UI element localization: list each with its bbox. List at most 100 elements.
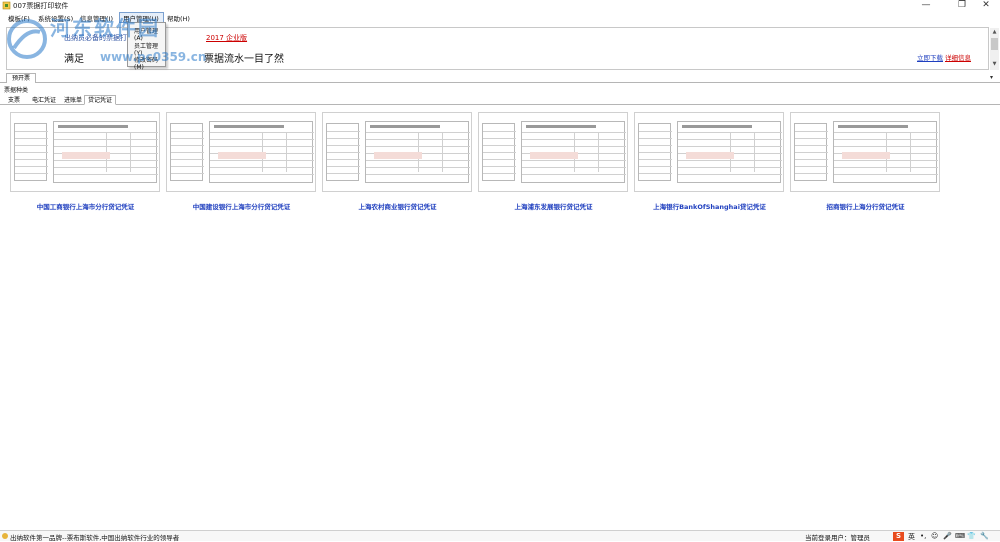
- voucher-header-bar: [214, 125, 284, 128]
- voucher-line: [639, 159, 672, 160]
- voucher-label[interactable]: 中国工商银行上海市分行贷记凭证: [8, 201, 163, 211]
- voucher-amount-field: [62, 152, 110, 159]
- voucher-card[interactable]: 上海银行BankOfShanghai贷记凭证: [632, 112, 787, 212]
- voucher-line: [171, 173, 204, 174]
- voucher-line: [639, 152, 672, 153]
- voucher-amount-field: [218, 152, 266, 159]
- voucher-card[interactable]: 中国工商银行上海市分行贷记凭证: [8, 112, 163, 212]
- voucher-line: [15, 131, 48, 132]
- voucher-stub: [794, 123, 828, 181]
- voucher-line: [327, 131, 360, 132]
- banner-scrollbar[interactable]: ▲ ▼: [990, 28, 999, 70]
- voucher-card[interactable]: 招商银行上海分行贷记凭证: [788, 112, 943, 212]
- voucher-label[interactable]: 上海银行BankOfShanghai贷记凭证: [632, 201, 787, 211]
- voucher-line: [483, 166, 516, 167]
- voucher-thumbnail[interactable]: [478, 112, 628, 192]
- voucher-line: [483, 138, 516, 139]
- scroll-thumb[interactable]: [991, 38, 998, 50]
- voucher-stub: [326, 123, 360, 181]
- voucher-thumbnail[interactable]: [322, 112, 472, 192]
- sogou-ime-icon[interactable]: S: [893, 532, 904, 541]
- voucher-line: [483, 131, 516, 132]
- close-button[interactable]: ✕: [972, 0, 1000, 12]
- voucher-thumbnail[interactable]: [10, 112, 160, 192]
- document-tabs: 预开票 ▾: [0, 73, 1000, 83]
- menu-info-management[interactable]: 信息管理(I): [80, 13, 113, 23]
- voucher-divider: [286, 132, 287, 172]
- voucher-line: [795, 138, 828, 139]
- voucher-label[interactable]: 中国建设银行上海市分行贷记凭证: [164, 201, 319, 211]
- menu-template[interactable]: 模板(F): [8, 13, 30, 23]
- ime-voice-icon[interactable]: 🎤: [943, 532, 952, 540]
- voucher-stub: [170, 123, 204, 181]
- details-link[interactable]: 详细信息: [945, 52, 971, 62]
- voucher-line: [639, 138, 672, 139]
- voucher-divider: [130, 132, 131, 172]
- voucher-card[interactable]: 上海农村商业银行贷记凭证: [320, 112, 475, 212]
- tabs-dropdown-icon[interactable]: ▾: [990, 74, 993, 81]
- scroll-up-icon[interactable]: ▲: [991, 29, 998, 36]
- voucher-line: [171, 145, 204, 146]
- voucher-line: [171, 152, 204, 153]
- voucher-body: [209, 121, 314, 183]
- voucher-card[interactable]: 中国建设银行上海市分行贷记凭证: [164, 112, 319, 212]
- voucher-body: [833, 121, 938, 183]
- ime-emoji-icon[interactable]: ☺: [931, 532, 938, 540]
- voucher-line: [795, 159, 828, 160]
- voucher-line: [483, 145, 516, 146]
- status-info-icon: [2, 533, 8, 539]
- minimize-button[interactable]: —: [912, 0, 940, 12]
- voucher-line: [483, 152, 516, 153]
- voucher-line: [171, 166, 204, 167]
- tab-deposit-slip[interactable]: 进账单: [60, 95, 86, 105]
- ime-skin-icon[interactable]: 👕: [967, 532, 976, 540]
- voucher-label[interactable]: 上海浦东发展银行贷记凭证: [476, 201, 631, 211]
- voucher-header-bar: [58, 125, 128, 128]
- banner-edition-link[interactable]: 2017 企业版: [206, 33, 247, 43]
- tab-credit-voucher[interactable]: 贷记凭证: [84, 95, 117, 105]
- voucher-stub: [482, 123, 516, 181]
- voucher-line: [327, 159, 360, 160]
- menu-system-settings[interactable]: 系统设置(S): [38, 13, 73, 23]
- voucher-line: [171, 138, 204, 139]
- scroll-down-icon[interactable]: ▼: [991, 61, 998, 68]
- voucher-line: [639, 166, 672, 167]
- voucher-stub: [638, 123, 672, 181]
- voucher-line: [639, 131, 672, 132]
- voucher-line: [15, 173, 48, 174]
- voucher-type-tabs: 支票 电汇凭证 进账单 贷记凭证: [0, 94, 1000, 105]
- voucher-line: [327, 166, 360, 167]
- voucher-thumbnail[interactable]: [166, 112, 316, 192]
- tab-wire-transfer[interactable]: 电汇凭证: [28, 95, 60, 105]
- voucher-card[interactable]: 上海浦东发展银行贷记凭证: [476, 112, 631, 212]
- voucher-label[interactable]: 招商银行上海分行贷记凭证: [788, 201, 943, 211]
- dropdown-change-password[interactable]: 修改密码(M): [134, 55, 165, 71]
- menu-help[interactable]: 帮助(H): [167, 13, 190, 23]
- voucher-line: [366, 174, 470, 175]
- tab-pre-invoice[interactable]: 预开票: [6, 73, 37, 83]
- ime-tools-icon[interactable]: 🔧: [980, 532, 989, 540]
- voucher-line: [171, 131, 204, 132]
- voucher-line: [483, 173, 516, 174]
- voucher-body: [53, 121, 158, 183]
- banner-slogan-part-b: 票据流水一目了然: [204, 54, 284, 65]
- voucher-amount-field: [686, 152, 734, 159]
- voucher-thumbnail[interactable]: [634, 112, 784, 192]
- voucher-divider: [754, 132, 755, 172]
- voucher-line: [15, 159, 48, 160]
- voucher-line: [327, 145, 360, 146]
- download-link[interactable]: 立即下载: [917, 52, 943, 62]
- voucher-body: [365, 121, 470, 183]
- voucher-line: [15, 166, 48, 167]
- voucher-thumbnail[interactable]: [790, 112, 940, 192]
- banner-slogan-part-a: 满足: [64, 54, 84, 65]
- ime-keyboard-icon[interactable]: ⌨: [955, 532, 965, 540]
- dropdown-user-management[interactable]: 用户管理(A): [134, 26, 165, 42]
- voucher-line: [795, 173, 828, 174]
- voucher-line: [327, 152, 360, 153]
- section-label: 票据种类: [4, 87, 29, 94]
- tab-cheque[interactable]: 支票: [4, 95, 24, 105]
- voucher-line: [483, 159, 516, 160]
- voucher-label[interactable]: 上海农村商业银行贷记凭证: [320, 201, 475, 211]
- ime-punct-icon[interactable]: •,: [920, 532, 926, 540]
